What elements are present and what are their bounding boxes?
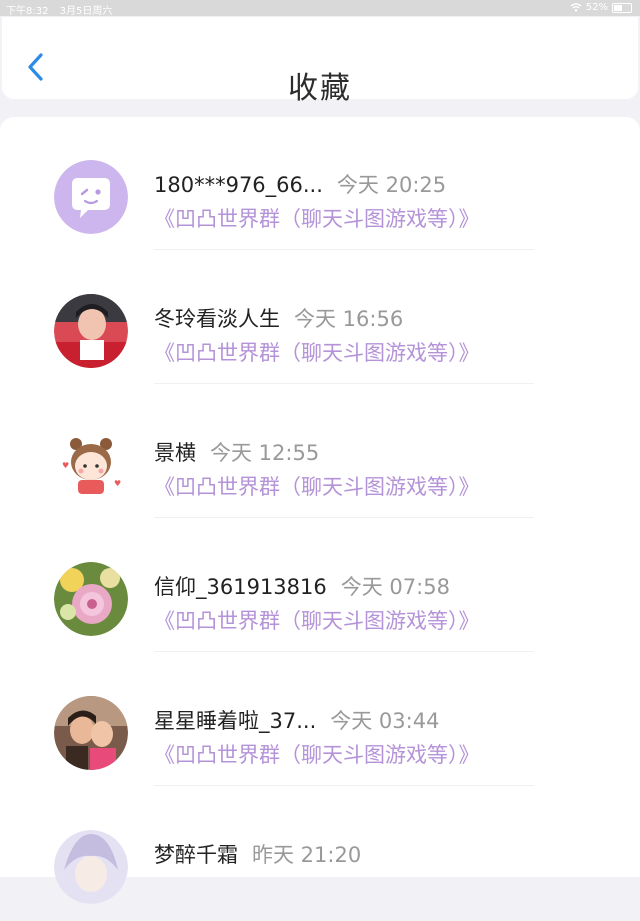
row-divider: [154, 383, 534, 384]
message-time: 今天 16:56: [294, 307, 404, 331]
chat-bubble-avatar: [54, 160, 128, 234]
sender-name: 景横: [154, 441, 196, 465]
message-time: 今天 20:25: [336, 173, 447, 197]
battery-icon: [612, 2, 632, 13]
status-bar: 下午8:32 3月5日周六 52%: [0, 0, 640, 17]
list-item[interactable]: 星星睡着啦_37... 今天 03:44 《凹凸世界群（聊天斗图游戏等）》: [0, 653, 640, 787]
sender-name: 梦醉千霜: [154, 843, 238, 867]
message-time: 今天 03:44: [330, 709, 440, 733]
row-divider: [154, 651, 534, 652]
message-time: 今天 12:55: [210, 441, 320, 465]
list-item[interactable]: 梦醉千霜 昨天 21:20: [0, 787, 640, 921]
photo-avatar: [54, 294, 128, 368]
svg-text:♥: ♥: [62, 461, 69, 470]
favorites-list: 180***976_66... 今天 20:25 《凹凸世界群（聊天斗图游戏等）》…: [0, 117, 640, 904]
sender-name: 信仰_361913816: [154, 575, 327, 599]
nav-header: 收藏: [2, 17, 638, 106]
row-divider: [154, 785, 534, 786]
message-time: 今天 07:58: [340, 575, 450, 599]
battery-percent: 52%: [585, 2, 608, 13]
list-item[interactable]: ♥ ♥ 景横 今天 12:55 《凹凸世界群（聊天斗图游戏等）》: [0, 385, 640, 519]
status-time: 下午8:32: [6, 6, 49, 17]
group-name: 《凹凸世界群（聊天斗图游戏等）》: [154, 207, 480, 231]
svg-text:♥: ♥: [114, 479, 121, 488]
list-item[interactable]: 180***976_66... 今天 20:25 《凹凸世界群（聊天斗图游戏等）》: [0, 117, 640, 251]
photo-avatar: [54, 696, 128, 770]
page-title: 收藏: [288, 71, 352, 106]
sender-name: 冬玲看淡人生: [154, 307, 280, 331]
message-time: 昨天 21:20: [252, 843, 362, 867]
sender-name: 180***976_66...: [154, 173, 323, 197]
wifi-icon: [570, 3, 582, 12]
group-name: 《凹凸世界群（聊天斗图游戏等）》: [154, 743, 480, 767]
cartoon-girl-avatar: ♥ ♥: [54, 428, 128, 502]
sender-name: 星星睡着啦_37...: [154, 709, 317, 733]
flower-avatar: [54, 562, 128, 636]
group-name: 《凹凸世界群（聊天斗图游戏等）》: [154, 341, 480, 365]
row-divider: [154, 517, 534, 518]
list-item[interactable]: 冬玲看淡人生 今天 16:56 《凹凸世界群（聊天斗图游戏等）》: [0, 251, 640, 385]
list-item[interactable]: 信仰_361913816 今天 07:58 《凹凸世界群（聊天斗图游戏等）》: [0, 519, 640, 653]
row-divider: [154, 249, 534, 250]
group-name: 《凹凸世界群（聊天斗图游戏等）》: [154, 475, 480, 499]
group-name: 《凹凸世界群（聊天斗图游戏等）》: [154, 609, 480, 633]
status-date: 3月5日周六: [59, 6, 113, 17]
anime-avatar: [54, 830, 128, 904]
